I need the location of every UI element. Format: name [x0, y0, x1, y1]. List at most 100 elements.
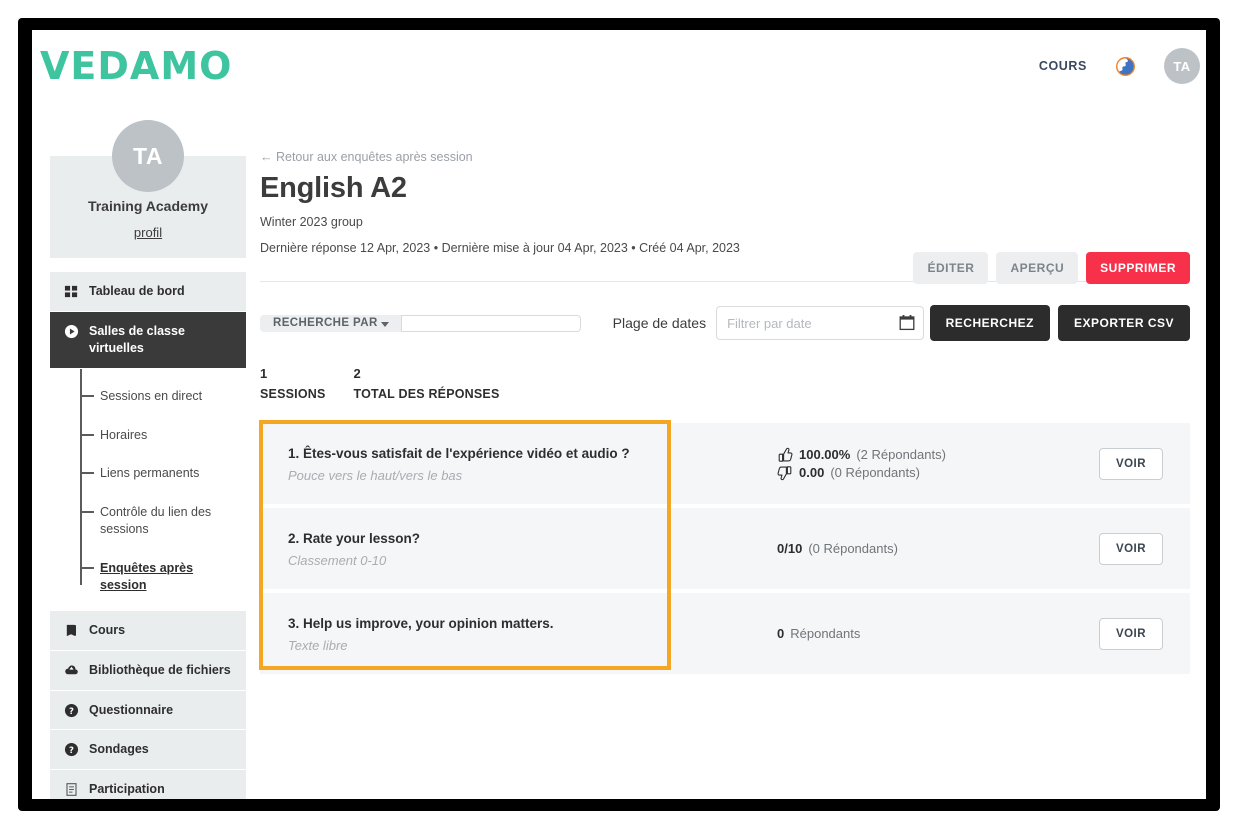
stat-value: 1 — [260, 366, 268, 381]
result-line: 0/10 (0 Répondants) — [777, 541, 967, 556]
preview-button[interactable]: APERÇU — [996, 252, 1079, 284]
edit-button[interactable]: ÉDITER — [913, 252, 989, 284]
chevron-down-icon — [380, 321, 389, 327]
sidebar-item-label: Questionnaire — [89, 702, 174, 717]
filter-row: RECHERCHE PAR Plage de dates Filtrer par… — [260, 305, 1190, 341]
filter-buttons: RECHERCHEZ EXPORTER CSV — [929, 305, 1190, 341]
question-cell: 1. Êtes-vous satisfait de l'expérience v… — [260, 423, 672, 504]
search-group: RECHERCHE PAR — [260, 314, 581, 332]
profile-name: Training Academy — [87, 198, 209, 214]
nav-link-cours[interactable]: COURS — [1039, 59, 1087, 73]
sidebar-subitem-sessions-en-direct[interactable]: Sessions en direct — [50, 377, 246, 416]
sidebar-item-sondages[interactable]: ? Sondages — [50, 730, 246, 771]
sidebar-item-questionnaire[interactable]: ? Questionnaire — [50, 690, 246, 731]
sidebar-item-label: Tableau de bord — [89, 284, 185, 298]
results-cell: 0 Répondants — [672, 593, 1072, 674]
question-cell: 2. Rate your lesson? Classement 0-10 — [260, 508, 672, 589]
svg-text:?: ? — [69, 745, 74, 755]
sidebar-item-label: Cours — [89, 622, 126, 637]
page-viewport: VEDAMO COURS TA TA Training Academy prof… — [32, 30, 1206, 799]
question-title: 2. Rate your lesson? — [288, 531, 421, 546]
search-by-label: RECHERCHE PAR — [273, 317, 378, 329]
question-type: Classement 0-10 — [288, 552, 387, 568]
question-circle-icon: ? — [64, 742, 79, 757]
search-by-dropdown[interactable]: RECHERCHE PAR — [260, 314, 401, 332]
stat-value: 2 — [353, 366, 361, 381]
sidebar-item-cours[interactable]: Cours — [50, 610, 246, 651]
sidebar-subitem-controle-du-lien-des-sessions[interactable]: Contrôle du lien des sessions — [50, 493, 246, 549]
question-title: 3. Help us improve, your opinion matters… — [288, 616, 554, 631]
page-title: English A2 — [260, 172, 407, 204]
grid-icon — [64, 284, 79, 299]
results-cell: 0/10 (0 Répondants) — [672, 508, 1072, 589]
calendar-icon[interactable] — [899, 314, 915, 331]
stat-sessions: 1 SESSIONS — [260, 366, 326, 401]
stat-label: SESSIONS — [260, 387, 326, 401]
svg-text:?: ? — [69, 705, 74, 715]
sidebar-subitem-label: Contrôle du lien des sessions — [100, 505, 212, 537]
table-row: 2. Rate your lesson? Classement 0-10 0/1… — [260, 508, 1190, 589]
search-input[interactable] — [400, 314, 581, 332]
document-icon — [64, 782, 79, 797]
sidebar-subitem-label: Horaires — [100, 427, 148, 442]
result-line: 0.00 (0 Répondants) — [777, 465, 967, 481]
sidebar: TA Training Academy profil Tableau de bo… — [50, 120, 246, 799]
question-type: Texte libre — [288, 637, 348, 653]
sidebar-item-bibliotheque-de-fichiers[interactable]: Bibliothèque de fichiers — [50, 650, 246, 691]
back-link[interactable]: ← Retour aux enquêtes après session — [260, 150, 473, 164]
date-range-label: Plage de dates — [612, 315, 707, 331]
vedamo-logo[interactable]: VEDAMO — [40, 44, 232, 88]
sidebar-nav-top: Tableau de bord Salles de classe virtuel… — [50, 272, 246, 799]
date-range-field — [716, 306, 925, 340]
sidebar-item-tableau-de-bord[interactable]: Tableau de bord — [50, 272, 246, 312]
cloud-icon — [64, 663, 79, 678]
view-cell: VOIR — [1072, 508, 1190, 589]
result-line: 0 Répondants — [777, 626, 967, 641]
table-row: 1. Êtes-vous satisfait de l'expérience v… — [260, 423, 1190, 504]
export-csv-button[interactable]: EXPORTER CSV — [1057, 305, 1190, 341]
view-button[interactable]: VOIR — [1098, 447, 1164, 480]
play-circle-icon — [64, 324, 79, 339]
view-button[interactable]: VOIR — [1098, 532, 1164, 565]
sidebar-subitem-label: Sessions en direct — [100, 388, 203, 403]
delete-button[interactable]: SUPPRIMER — [1086, 252, 1190, 284]
top-bar: VEDAMO COURS TA — [32, 30, 1206, 102]
sidebar-subnav: Sessions en direct Horaires Liens perman… — [50, 368, 246, 611]
view-button[interactable]: VOIR — [1098, 617, 1164, 650]
globe-icon[interactable] — [1115, 56, 1136, 77]
sidebar-item-label: Bibliothèque de fichiers — [89, 662, 231, 677]
book-icon — [64, 623, 79, 638]
results-cell: 100.00% (2 Répondants) 0.00 (0 Répondant… — [672, 423, 1072, 504]
question-type: Pouce vers le haut/vers le bas — [288, 467, 463, 483]
sidebar-subitem-liens-permanents[interactable]: Liens permanents — [50, 454, 246, 493]
avatar-top[interactable]: TA — [1164, 48, 1200, 84]
sidebar-item-label: Salles de classe virtuelles — [89, 323, 185, 355]
question-title: 1. Êtes-vous satisfait de l'expérience v… — [288, 446, 630, 461]
survey-group-subtitle: Winter 2023 group — [260, 215, 363, 229]
table-row: 3. Help us improve, your opinion matters… — [260, 593, 1190, 674]
result-value: 0 — [777, 626, 785, 641]
profile-card: TA Training Academy profil — [50, 120, 246, 258]
view-cell: VOIR — [1072, 593, 1190, 674]
screenshot-root: VEDAMO COURS TA TA Training Academy prof… — [0, 0, 1238, 829]
result-value: 100.00% — [799, 447, 851, 462]
sidebar-subitem-label: Enquêtes après session — [100, 561, 194, 592]
stat-total-responses: 2 TOTAL DES RÉPONSES — [354, 366, 500, 401]
question-cell: 3. Help us improve, your opinion matters… — [260, 593, 672, 674]
sidebar-item-participation[interactable]: Participation — [50, 770, 246, 799]
sidebar-subitem-enquetes-apres-session[interactable]: Enquêtes après session — [50, 549, 246, 605]
profile-link[interactable]: profil — [134, 225, 162, 240]
sidebar-item-salles-de-classe-virtuelles[interactable]: Salles de classe virtuelles — [50, 311, 246, 369]
stats-row: 1 SESSIONS 2 TOTAL DES RÉPONSES — [260, 366, 1190, 401]
thumbs-down-icon — [777, 465, 793, 481]
date-input[interactable] — [716, 306, 925, 340]
sidebar-subitem-label: Liens permanents — [100, 466, 200, 481]
questions-list: 1. Êtes-vous satisfait de l'expérience v… — [259, 420, 1190, 674]
result-value: 0.00 — [799, 465, 825, 480]
result-sub: (0 Répondants) — [808, 541, 898, 556]
thumbs-up-icon — [777, 447, 793, 463]
sidebar-subitem-horaires[interactable]: Horaires — [50, 416, 246, 455]
main-content: ← Retour aux enquêtes après session Engl… — [259, 148, 1190, 678]
sidebar-item-label: Participation — [89, 782, 165, 797]
search-button[interactable]: RECHERCHEZ — [929, 305, 1050, 341]
